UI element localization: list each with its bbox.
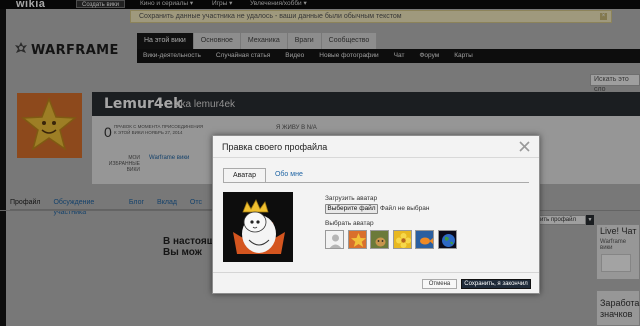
avatar-choice-star-icon[interactable] <box>347 230 367 249</box>
save-button[interactable]: Сохранить, я закончил <box>461 279 531 289</box>
cancel-button[interactable]: Отмена <box>422 279 457 289</box>
tab-avatar[interactable]: Аватар <box>223 168 266 183</box>
avatar-choice-earth-icon[interactable] <box>437 230 457 249</box>
avatar-choice-dog-icon[interactable] <box>370 230 390 249</box>
upload-avatar-label: Загрузить аватар <box>325 195 378 202</box>
modal-footer-divider <box>213 272 539 273</box>
choose-file-button[interactable]: Выберите файл <box>325 204 378 214</box>
modal-tabs: Аватар Обо мне <box>223 168 312 183</box>
avatar-choice-default-user-icon[interactable] <box>325 230 344 249</box>
modal-title: Правка своего профайла <box>222 142 328 152</box>
edit-profile-modal: Правка своего профайла Аватар Обо мне За… <box>212 135 540 294</box>
file-status-text: Файл не выбран <box>380 205 430 212</box>
close-icon[interactable] <box>518 140 531 153</box>
choose-avatar-label: Выбрать аватар <box>325 220 374 227</box>
avatar-choice-fish-icon[interactable] <box>415 230 435 249</box>
tab-about-me[interactable]: Обо мне <box>266 168 312 183</box>
avatar-choices <box>325 230 461 249</box>
modal-header: Правка своего профайла <box>213 136 539 158</box>
avatar-choice-flower-icon[interactable] <box>392 230 412 249</box>
modal-tabs-divider <box>223 182 529 183</box>
avatar-preview <box>223 192 293 262</box>
